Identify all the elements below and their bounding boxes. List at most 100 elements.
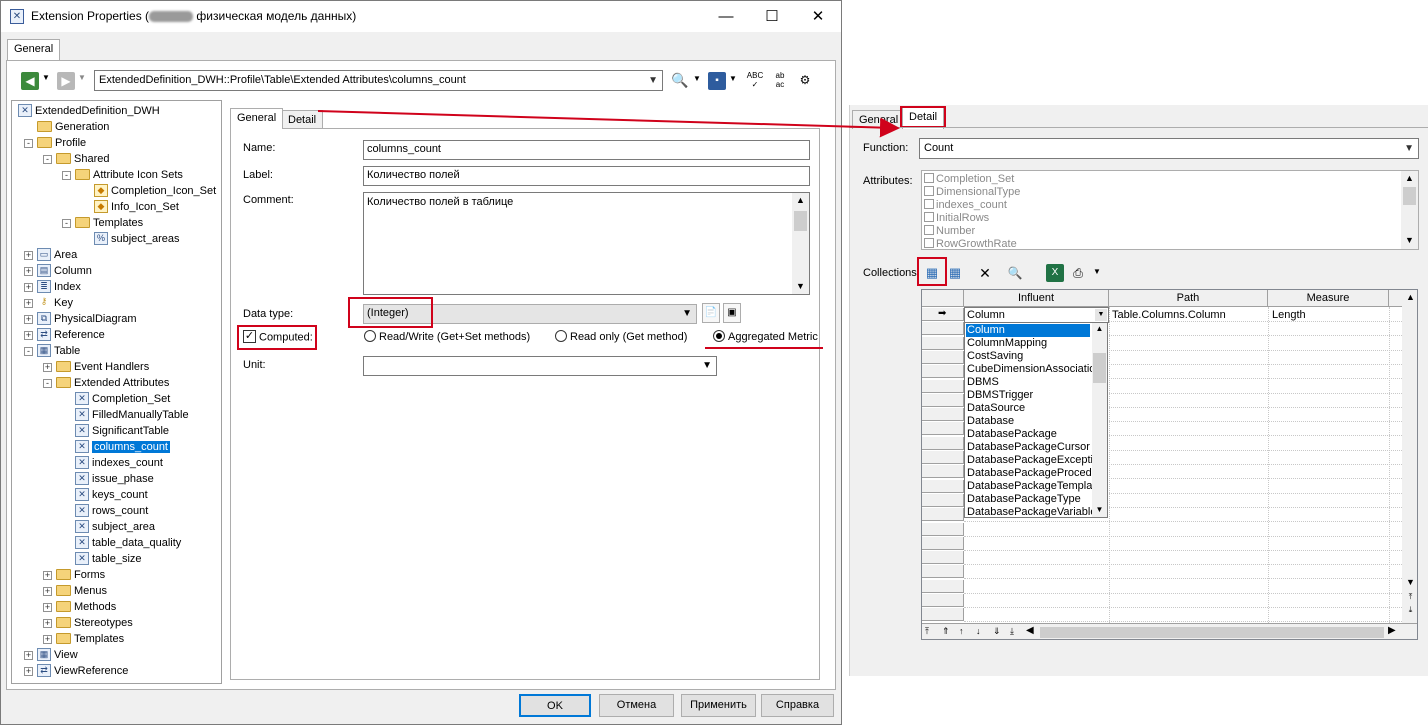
- tree-item[interactable]: ✕ indexes_count: [75, 455, 163, 471]
- collapse-icon[interactable]: -: [24, 139, 33, 148]
- tree-item[interactable]: Forms: [56, 567, 105, 583]
- tree-item[interactable]: ▭ Area: [37, 247, 77, 263]
- expand-icon[interactable]: +: [24, 251, 33, 260]
- row-header[interactable]: [922, 551, 964, 565]
- close-button[interactable]: ✕: [795, 1, 841, 32]
- label-input[interactable]: Количество полей: [363, 166, 810, 186]
- tree-item[interactable]: Extended Attributes: [56, 375, 169, 391]
- save-icon[interactable]: ▪: [708, 72, 726, 90]
- chevron-down-icon[interactable]: ▼: [1092, 505, 1107, 514]
- tree-item[interactable]: ✕ keys_count: [75, 487, 148, 503]
- tab-detail[interactable]: Detail: [281, 110, 324, 129]
- attribute-checkbox-item[interactable]: RowGrowthRate: [924, 238, 1017, 249]
- expand-icon[interactable]: +: [43, 587, 52, 596]
- checkbox-icon[interactable]: [924, 225, 934, 236]
- attributes-scroll-thumb[interactable]: [1403, 187, 1416, 205]
- row-header[interactable]: [922, 408, 964, 422]
- dropdown-item[interactable]: DatabasePackageException: [967, 454, 1105, 467]
- scroll-top-icon[interactable]: ⤒: [1402, 592, 1417, 602]
- datatype-properties-icon[interactable]: ▣: [723, 303, 741, 323]
- column-header-influent[interactable]: Influent: [964, 290, 1109, 307]
- row-header[interactable]: [922, 379, 964, 393]
- row-header[interactable]: [922, 436, 964, 450]
- tree-item[interactable]: ✕ columns_count: [75, 439, 170, 455]
- search-dropdown-icon[interactable]: ▼: [693, 74, 701, 83]
- chevron-down-icon[interactable]: ▼: [1401, 235, 1418, 245]
- row-header[interactable]: [922, 608, 964, 622]
- checkbox-icon[interactable]: [924, 238, 934, 249]
- back-icon[interactable]: ◀: [21, 72, 39, 90]
- tab-general-outer[interactable]: General: [7, 39, 61, 61]
- tree-item[interactable]: ✕ FilledManuallyTable: [75, 407, 189, 423]
- expand-icon[interactable]: +: [43, 619, 52, 628]
- dropdown-item[interactable]: DataSource: [967, 402, 1091, 415]
- move-top-icon[interactable]: ⤒: [925, 626, 929, 637]
- move-bottom-icon[interactable]: ⤓: [1010, 626, 1014, 637]
- help-button[interactable]: Справка: [761, 694, 834, 717]
- tree-item[interactable]: ▦ Table: [37, 343, 80, 359]
- scroll-bottom-icon[interactable]: ⤓: [1402, 605, 1417, 615]
- tree-item[interactable]: ▦ View: [37, 647, 78, 663]
- dropdown-item[interactable]: DBMSTrigger: [967, 389, 1091, 402]
- tab-general[interactable]: General: [230, 108, 284, 129]
- tree-item[interactable]: ⧉ PhysicalDiagram: [37, 311, 137, 327]
- chevron-up-icon[interactable]: ▲: [1402, 292, 1417, 302]
- row-header[interactable]: [922, 451, 964, 464]
- replace-icon[interactable]: ab ac: [771, 71, 789, 89]
- checkbox-icon[interactable]: [924, 173, 934, 184]
- excel-export-icon[interactable]: X: [1046, 264, 1064, 282]
- tree-item[interactable]: ◆ Completion_Icon_Set: [94, 183, 216, 199]
- chevron-up-icon[interactable]: ▲: [792, 193, 809, 207]
- move-down-fast-icon[interactable]: ⇓: [993, 626, 1001, 637]
- properties-icon[interactable]: ⚙: [796, 71, 814, 89]
- spell-check-icon[interactable]: ABC ✓: [746, 71, 764, 89]
- collapse-icon[interactable]: -: [43, 155, 52, 164]
- column-header-measure[interactable]: Measure: [1268, 290, 1389, 307]
- expand-icon[interactable]: +: [24, 331, 33, 340]
- dropdown-item[interactable]: DatabasePackageCursor: [967, 441, 1091, 454]
- dropdown-item[interactable]: DBMS: [967, 376, 1091, 389]
- collapse-icon[interactable]: -: [62, 219, 71, 228]
- column-header-path[interactable]: Path: [1109, 290, 1268, 307]
- grid-hscroll-thumb[interactable]: [1040, 627, 1384, 638]
- tree-item[interactable]: Profile: [37, 135, 86, 151]
- tree-item[interactable]: ✕ table_data_quality: [75, 535, 181, 551]
- grid-vscrollbar[interactable]: ▲ ▼ ⤒ ⤓: [1402, 290, 1417, 623]
- tree-item[interactable]: Generation: [37, 119, 109, 135]
- row-header[interactable]: [922, 350, 964, 364]
- influent-dropdown-list[interactable]: Column ColumnMapping CostSaving CubeDimensi…: [964, 322, 1108, 518]
- tree-item[interactable]: ✕ Completion_Set: [75, 391, 170, 407]
- dropdown-item[interactable]: DatabasePackage: [967, 428, 1091, 441]
- expand-icon[interactable]: +: [43, 571, 52, 580]
- unit-select[interactable]: ▼: [363, 356, 717, 376]
- cancel-button[interactable]: Отмена: [599, 694, 674, 717]
- attributes-list[interactable]: Completion_Set DimensionalType indexes_cou…: [921, 170, 1419, 250]
- tree-item[interactable]: ◆ Info_Icon_Set: [94, 199, 179, 215]
- tree-item[interactable]: ✕ ExtendedDefinition_DWH: [18, 103, 160, 119]
- comment-textarea[interactable]: Количество полей в таблице ▲ ▼: [363, 192, 810, 295]
- collapse-icon[interactable]: -: [62, 171, 71, 180]
- chevron-right-icon[interactable]: ▶: [1388, 625, 1396, 636]
- move-down-icon[interactable]: ↓: [976, 626, 981, 636]
- checkbox-icon[interactable]: [924, 186, 934, 197]
- radio-icon[interactable]: [364, 330, 376, 343]
- ok-button[interactable]: OK: [519, 694, 591, 717]
- dropdown-item[interactable]: DatabasePackageProcedure: [967, 467, 1107, 480]
- comment-scrollbar[interactable]: ▲ ▼: [792, 193, 809, 294]
- row-header[interactable]: [922, 322, 964, 336]
- tree-item[interactable]: Methods: [56, 599, 116, 615]
- attribute-checkbox-item[interactable]: InitialRows: [924, 212, 989, 224]
- checkbox-icon[interactable]: [924, 199, 934, 210]
- maximize-button[interactable]: ☐: [749, 1, 795, 32]
- path-combo[interactable]: ExtendedDefinition_DWH::Profile\Table\Ex…: [94, 70, 663, 91]
- expand-icon[interactable]: +: [43, 635, 52, 644]
- new-datatype-icon[interactable]: 📄: [702, 303, 720, 323]
- name-input[interactable]: columns_count: [363, 140, 810, 160]
- radio-icon[interactable]: [555, 330, 567, 343]
- function-select[interactable]: Count ▼: [919, 138, 1419, 159]
- row-header[interactable]: [922, 479, 964, 493]
- tree-item[interactable]: ≣ Index: [37, 279, 81, 295]
- dropdown-item[interactable]: DatabasePackageTemplate: [967, 480, 1102, 493]
- row-header[interactable]: [922, 422, 964, 436]
- tree-item[interactable]: ✕ table_size: [75, 551, 142, 567]
